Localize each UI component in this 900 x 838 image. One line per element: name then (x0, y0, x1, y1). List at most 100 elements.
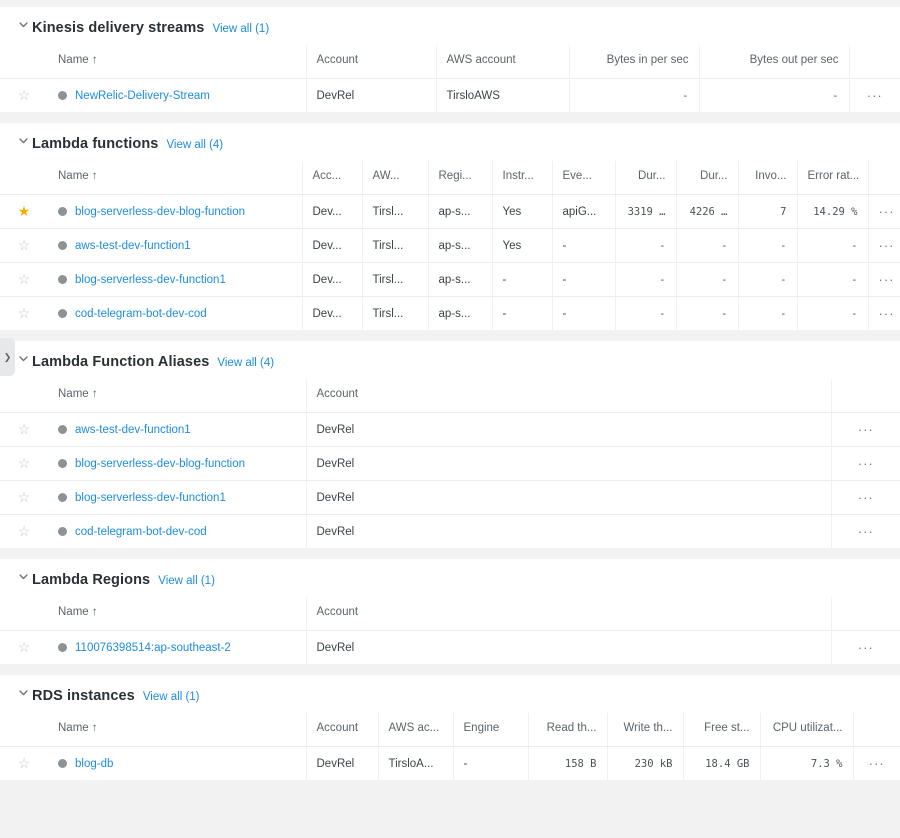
table-row[interactable]: ☆ 110076398514:ap-southeast-2 DevRel ··· (0, 630, 900, 664)
chevron-down-icon[interactable] (18, 19, 32, 30)
table-row[interactable]: ★ blog-serverless-dev-blog-function Dev...… (0, 194, 900, 229)
star-outline-icon[interactable]: ☆ (18, 756, 31, 770)
star-outline-icon[interactable]: ☆ (18, 88, 31, 102)
column-header[interactable]: Error rat... (797, 161, 869, 195)
star-outline-icon[interactable]: ☆ (18, 456, 31, 470)
column-header[interactable]: Account (306, 45, 437, 79)
column-header[interactable]: Dur... (615, 161, 677, 195)
column-header[interactable]: CPU utilizat... (760, 713, 854, 747)
overflow-menu-icon[interactable]: ··· (879, 205, 894, 218)
chevron-down-icon[interactable] (18, 135, 32, 146)
table-row[interactable]: ☆ blog-serverless-dev-function1 Dev... Tirs… (0, 262, 900, 297)
entity-link[interactable]: cod-telegram-bot-dev-cod (75, 308, 207, 320)
column-header[interactable]: Name ↑ (48, 713, 307, 747)
column-header[interactable]: Dur... (676, 161, 739, 195)
column-header[interactable]: Name ↑ (48, 45, 307, 79)
overflow-menu-icon[interactable]: ··· (842, 641, 891, 654)
entity-link[interactable]: blog-serverless-dev-blog-function (75, 206, 245, 218)
entity-link[interactable]: aws-test-dev-function1 (75, 240, 191, 252)
star-outline-icon[interactable]: ☆ (18, 422, 31, 436)
column-header[interactable]: AWS account (436, 45, 570, 79)
table-row[interactable]: ☆ blog-serverless-dev-function1 DevRel ··· (0, 480, 900, 515)
column-header[interactable]: Name ↑ (48, 597, 307, 631)
column-header[interactable]: Acc... (302, 161, 363, 195)
star-outline-icon[interactable]: ☆ (18, 640, 31, 654)
column-header[interactable]: Read th... (528, 713, 608, 747)
overflow-menu-icon[interactable]: ··· (860, 89, 891, 102)
entity-link[interactable]: blog-serverless-dev-blog-function (75, 458, 245, 470)
overflow-menu-icon[interactable]: ··· (864, 757, 891, 770)
table-row[interactable]: ☆ cod-telegram-bot-dev-cod DevRel ··· (0, 514, 900, 548)
star-outline-icon[interactable]: ☆ (18, 238, 31, 252)
column-header[interactable]: Engine (453, 713, 529, 747)
star-outline-icon[interactable]: ☆ (18, 490, 31, 504)
view-all-link[interactable]: View all (1) (212, 23, 269, 35)
column-header[interactable]: AWS ac... (378, 713, 454, 747)
table-cell: - (552, 296, 616, 330)
column-header[interactable]: Write th... (607, 713, 684, 747)
table-row[interactable]: ☆ blog-db DevRel TirsloA... -158 B 230 kB 18.4… (0, 746, 900, 780)
entity-name-cell: aws-test-dev-function1 (48, 412, 307, 447)
section-header: RDS instances View all (1) (0, 675, 900, 713)
column-header[interactable]: Regi... (428, 161, 493, 195)
favorite-cell: ★ (0, 194, 48, 229)
section-card-kinesis-delivery-streams: Kinesis delivery streams View all (1) Name… (0, 7, 900, 112)
column-header[interactable]: Instr... (492, 161, 553, 195)
column-header[interactable]: Bytes in per sec (569, 45, 700, 79)
entity-link[interactable]: cod-telegram-bot-dev-cod (75, 526, 207, 538)
favorite-cell: ☆ (0, 480, 48, 515)
chevron-down-icon[interactable] (18, 687, 32, 698)
entity-link[interactable]: blog-serverless-dev-function1 (75, 274, 226, 286)
overflow-menu-icon[interactable]: ··· (842, 525, 891, 538)
column-header[interactable]: Free st... (683, 713, 761, 747)
column-header[interactable]: Account (306, 597, 832, 631)
view-all-link[interactable]: View all (4) (166, 139, 223, 151)
entity-link[interactable]: 110076398514:ap-southeast-2 (75, 642, 231, 654)
overflow-menu-icon[interactable]: ··· (842, 491, 891, 504)
view-all-link[interactable]: View all (4) (217, 357, 274, 369)
column-header (0, 597, 48, 631)
overflow-menu-icon[interactable]: ··· (879, 273, 894, 286)
chevron-down-icon[interactable] (18, 571, 32, 582)
star-outline-icon[interactable]: ☆ (18, 524, 31, 538)
row-actions-cell: ··· (868, 296, 900, 330)
column-header[interactable]: Name ↑ (48, 379, 307, 413)
table-cell: 230 kB (607, 746, 684, 780)
expand-side-panel-handle[interactable]: ❯ (0, 338, 15, 376)
entity-link[interactable]: NewRelic-Delivery-Stream (75, 90, 210, 102)
star-outline-icon[interactable]: ☆ (18, 306, 31, 320)
overflow-menu-icon[interactable]: ··· (879, 239, 894, 252)
row-actions-cell: ··· (831, 412, 900, 447)
view-all-link[interactable]: View all (1) (143, 691, 200, 703)
row-actions-cell: ··· (831, 480, 900, 515)
column-header[interactable]: Name ↑ (48, 161, 303, 195)
status-dot-icon (58, 527, 67, 536)
table-header-row: Name ↑ Account AWS ac... Engine Read th... Wr… (0, 713, 900, 747)
table-row[interactable]: ☆ NewRelic-Delivery-Stream DevRel TirsloAWS… (0, 78, 900, 112)
column-header[interactable]: Bytes out per sec (699, 45, 850, 79)
star-filled-icon[interactable]: ★ (18, 204, 31, 218)
chevron-down-icon[interactable] (18, 353, 32, 364)
entity-link[interactable]: blog-db (75, 758, 113, 770)
table-row[interactable]: ☆ aws-test-dev-function1 Dev... Tirsl... ap-… (0, 228, 900, 263)
view-all-link[interactable]: View all (1) (158, 575, 215, 587)
entity-link[interactable]: aws-test-dev-function1 (75, 424, 191, 436)
status-dot-icon (58, 207, 67, 216)
table-cell: - (569, 78, 700, 112)
entity-link[interactable]: blog-serverless-dev-function1 (75, 492, 226, 504)
table-row[interactable]: ☆ cod-telegram-bot-dev-cod Dev... Tirsl... a… (0, 296, 900, 330)
column-header[interactable]: Invo... (738, 161, 798, 195)
column-header[interactable]: Account (306, 379, 832, 413)
star-outline-icon[interactable]: ☆ (18, 272, 31, 286)
overflow-menu-icon[interactable]: ··· (842, 423, 891, 436)
column-header[interactable]: Account (306, 713, 379, 747)
column-header[interactable]: Eve... (552, 161, 616, 195)
overflow-menu-icon[interactable]: ··· (842, 457, 891, 470)
column-header[interactable]: AW... (362, 161, 429, 195)
section-title: Lambda Function Aliases (32, 354, 210, 370)
table-row[interactable]: ☆ blog-serverless-dev-blog-function DevRel… (0, 446, 900, 481)
overflow-menu-icon[interactable]: ··· (879, 307, 894, 320)
table-row[interactable]: ☆ aws-test-dev-function1 DevRel ··· (0, 412, 900, 447)
favorite-cell: ☆ (0, 78, 48, 112)
table-cell: - (676, 262, 739, 297)
